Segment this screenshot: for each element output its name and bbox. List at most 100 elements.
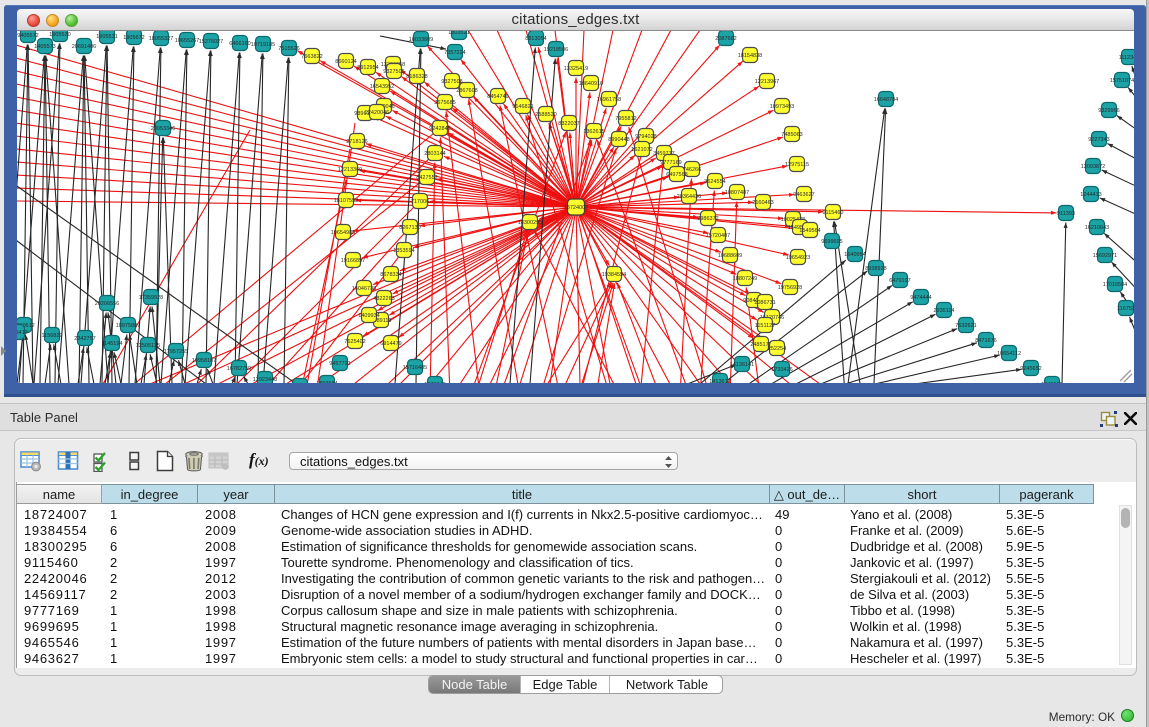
svg-text:20053346: 20053346 [151,126,175,132]
svg-text:1803521: 1803521 [448,31,469,36]
svg-text:10807487: 10807487 [725,190,749,196]
svg-text:12505135: 12505135 [136,343,160,349]
svg-text:1571648: 1571648 [424,382,445,383]
svg-text:1112345: 1112345 [1119,55,1134,61]
svg-text:19218506: 19218506 [544,47,568,53]
svg-text:8471676: 8471676 [975,338,996,344]
svg-text:6466160: 6466160 [229,41,250,47]
svg-text:9227343: 9227343 [1088,137,1109,143]
svg-text:7357224: 7357224 [444,50,465,56]
svg-text:3675685: 3675685 [434,100,455,106]
svg-text:1086731: 1086731 [754,300,775,306]
svg-text:10655267: 10655267 [175,38,199,44]
svg-text:2867608: 2867608 [456,88,477,94]
svg-text:3624554: 3624554 [704,179,725,185]
svg-text:16782759: 16782759 [227,366,251,372]
svg-text:9463627: 9463627 [793,192,814,198]
svg-text:2803144: 2803144 [424,151,445,157]
svg-text:9242848: 9242848 [429,126,450,132]
svg-text:8186328: 8186328 [406,74,427,80]
svg-text:20691406: 20691406 [72,44,96,50]
svg-text:6497568: 6497568 [666,172,687,178]
svg-text:9115460: 9115460 [822,210,843,216]
svg-text:911393: 911393 [1057,211,1075,217]
svg-text:8912954: 8912954 [357,65,378,71]
svg-text:6479197: 6479197 [889,278,910,284]
svg-text:17359928: 17359928 [139,295,163,301]
svg-text:13325419: 13325419 [564,66,588,72]
svg-text:9457791: 9457791 [329,361,350,367]
svg-text:2935114: 2935114 [933,308,954,314]
svg-text:8660124: 8660124 [335,59,356,65]
svg-text:12093872: 12093872 [1081,164,1105,170]
svg-text:717006: 717006 [411,199,429,205]
svg-text:16033809: 16033809 [409,37,433,43]
svg-text:15692971: 15692971 [1093,253,1117,259]
svg-text:7515526: 7515526 [278,46,299,52]
svg-text:9245652: 9245652 [1020,366,1041,372]
svg-text:7663822: 7663822 [301,54,322,60]
svg-text:2160463: 2160463 [752,200,773,206]
svg-text:17016504: 17016504 [1103,282,1127,288]
svg-text:8678334: 8678334 [380,272,401,278]
svg-text:116753: 116753 [1117,306,1134,312]
svg-text:1905531: 1905531 [96,34,117,40]
svg-text:16210643: 16210643 [1085,225,1109,231]
svg-text:22420046: 22420046 [365,110,389,116]
svg-text:9794028: 9794028 [635,134,656,140]
svg-text:9699695: 9699695 [821,239,842,245]
svg-text:2718126: 2718126 [346,139,367,145]
svg-text:18300295: 18300295 [518,220,542,226]
svg-text:7955812: 7955812 [615,116,636,122]
svg-text:20206556: 20206556 [95,301,119,307]
svg-text:19384554: 19384554 [602,272,626,278]
svg-text:19654985: 19654985 [331,230,355,236]
svg-text:18154838: 18154838 [738,53,762,59]
svg-text:1549564: 1549564 [799,228,820,234]
svg-text:15716485: 15716485 [403,365,427,371]
svg-text:15720407: 15720407 [706,233,730,239]
svg-text:18107553: 18107553 [334,198,358,204]
svg-text:15751074: 15751074 [1110,78,1134,84]
svg-text:16543952: 16543952 [370,84,394,90]
svg-text:15276027: 15276027 [199,39,223,45]
svg-text:12213369: 12213369 [338,167,362,173]
svg-text:8427552: 8427552 [416,175,437,181]
svg-text:7632621: 7632621 [955,323,976,329]
svg-text:1621072: 1621072 [631,147,652,153]
svg-text:10719185: 10719185 [251,42,275,48]
svg-text:1145194: 1145194 [101,341,122,347]
svg-text:4822263: 4822263 [373,296,394,302]
svg-text:19166857: 19166857 [341,258,365,264]
svg-text:7485063: 7485063 [781,132,802,138]
svg-text:20364436: 20364436 [677,194,701,200]
svg-text:16046738: 16046738 [352,286,376,292]
svg-text:6914479: 6914479 [380,341,401,347]
svg-text:1733426: 1733426 [771,367,792,373]
svg-text:1353594: 1353594 [393,248,414,254]
svg-text:18807249: 18807249 [733,276,757,282]
svg-text:9777169: 9777169 [660,160,681,166]
svg-text:1640954: 1640954 [844,252,865,258]
svg-text:12975115: 12975115 [785,162,809,168]
svg-text:10975887: 10975887 [116,323,140,329]
svg-text:16648784: 16648784 [874,97,898,103]
svg-text:16961758: 16961758 [597,97,621,103]
svg-text:9474444: 9474444 [910,295,931,301]
svg-text:14136141: 14136141 [730,362,754,368]
svg-text:7625402: 7625402 [344,339,365,345]
svg-text:2087682: 2087682 [715,36,736,42]
svg-text:1405573: 1405573 [34,44,55,50]
svg-text:18640910: 18640910 [579,81,603,87]
svg-text:18724007: 18724007 [564,205,588,211]
svg-text:2342757: 2342757 [74,336,95,342]
svg-text:8938928: 8938928 [865,266,886,272]
svg-text:9329966: 9329966 [1098,108,1119,114]
svg-text:3915412: 3915412 [17,330,28,336]
svg-text:8454749: 8454749 [487,94,508,100]
svg-text:18055327: 18055327 [149,36,173,42]
svg-text:1803684: 1803684 [316,381,337,383]
svg-text:9327505: 9327505 [383,69,404,75]
svg-text:1409934: 1409934 [358,313,379,319]
svg-text:1362615: 1362615 [583,129,604,135]
